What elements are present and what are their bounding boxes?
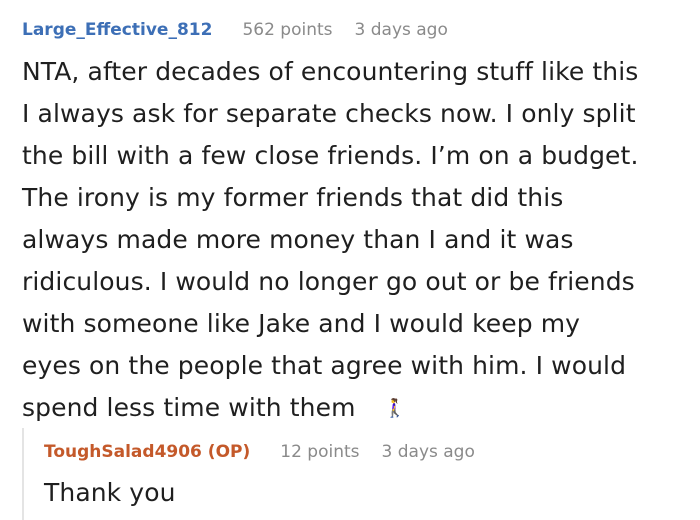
comment-points: 562 points: [242, 20, 333, 40]
comment-line: NTA, after decades of encountering stuff…: [22, 57, 639, 86]
comment-line: The irony is my former friends that did …: [22, 183, 564, 212]
comment-line: eyes on the people that agree with him. …: [22, 351, 627, 380]
comment-line-last: spend less time with them 🚶‍♀️: [22, 387, 692, 430]
comment-body: NTA, after decades of encountering stuff…: [22, 51, 692, 430]
comment-age[interactable]: 3 days ago: [355, 20, 448, 40]
comment-line: always made more money than I and it was: [22, 225, 574, 254]
woman-walking-icon: 🚶‍♀️: [383, 398, 407, 419]
comment-username[interactable]: Large_Effective_812: [22, 20, 212, 40]
reply-comment: ToughSalad4906 (OP) 12 points 3 days ago…: [22, 428, 694, 520]
comment-line: ridiculous. I would no longer go out or …: [22, 267, 635, 296]
reply-username[interactable]: ToughSalad4906 (OP): [44, 442, 250, 462]
comment-line: with someone like Jake and I would keep …: [22, 309, 581, 338]
comment: Large_Effective_812 562 points 3 days ag…: [22, 0, 692, 430]
reply-meta: ToughSalad4906 (OP) 12 points 3 days ago: [44, 442, 694, 464]
reply-points: 12 points: [280, 442, 360, 462]
comment-line: spend less time with them: [22, 393, 356, 422]
comment-line: the bill with a few close friends. I’m o…: [22, 141, 639, 170]
comment-line: I always ask for separate checks now. I …: [22, 99, 636, 128]
reply-body: Thank you: [44, 478, 176, 507]
comment-meta: Large_Effective_812 562 points 3 days ag…: [22, 20, 692, 42]
reply-age[interactable]: 3 days ago: [382, 442, 475, 462]
